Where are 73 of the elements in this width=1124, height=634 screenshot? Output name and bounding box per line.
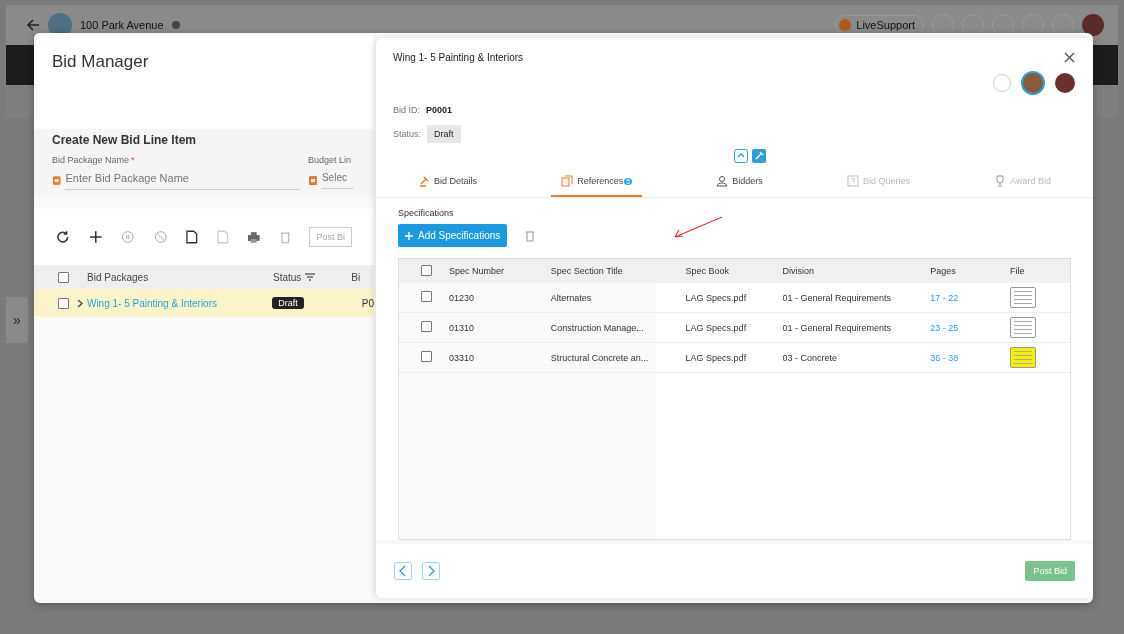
trophy-icon <box>994 175 1007 187</box>
table-cell-text: 01310 <box>448 322 475 333</box>
user-avatar[interactable] <box>1082 14 1104 36</box>
table-cell-text: 01230 <box>448 292 475 303</box>
table-cell-text: 01 - General Requirements <box>782 292 892 303</box>
field-label: Budget Lin <box>307 155 352 165</box>
column-header[interactable]: Status <box>273 271 302 283</box>
table-cell-text: Alternates <box>550 292 593 303</box>
collapse-icon[interactable] <box>733 149 748 163</box>
checkbox[interactable] <box>58 297 69 309</box>
refresh-icon[interactable] <box>56 230 70 244</box>
close-icon[interactable] <box>1064 52 1075 63</box>
print-icon[interactable] <box>247 230 261 244</box>
column-header[interactable]: Bid Packages <box>87 271 273 283</box>
plus-icon <box>405 231 413 240</box>
form-title: Create New Bid Line Item <box>52 133 198 147</box>
checkbox[interactable] <box>421 321 432 332</box>
dialog-title: Bid Manager <box>34 33 374 129</box>
pin-icon[interactable] <box>751 149 766 163</box>
panel-title: Wing 1- 5 Painting & Interiors <box>393 52 524 63</box>
column-header[interactable]: Pages <box>930 266 1011 276</box>
column-header[interactable]: Division <box>782 266 931 276</box>
table-cell-text: LAG Specs.pdf <box>685 352 748 363</box>
input-field[interactable]: Selec <box>321 171 354 189</box>
gavel-icon <box>418 175 431 187</box>
field-label: Status: <box>393 129 421 139</box>
tab[interactable]: References $^{5}$ <box>551 167 643 197</box>
file-icon[interactable] <box>186 230 198 244</box>
input-field[interactable]: Enter Bid Package Name <box>65 171 300 190</box>
filter-icon[interactable] <box>305 273 316 281</box>
back-arrow-icon[interactable] <box>26 18 40 32</box>
checkbox[interactable] <box>421 291 432 302</box>
table-cell-text: Structural Concrete an... <box>550 352 650 363</box>
file-thumbnail[interactable] <box>1010 317 1037 338</box>
table-cell-text: Construction Manage... <box>550 322 645 333</box>
table-cell-text: 01 - General Requirements <box>782 322 892 333</box>
table-cell-text: LAG Specs.pdf <box>685 292 748 303</box>
expand-sidebar-button[interactable]: » <box>6 297 28 343</box>
column-header[interactable]: Spec Number <box>448 266 551 276</box>
package-icon <box>52 175 62 186</box>
person-icon <box>716 175 729 187</box>
bid-id-value: P0001 <box>426 105 453 115</box>
file-thumbnail[interactable] <box>1010 287 1037 308</box>
project-name[interactable]: 100 Park Avenue <box>80 19 164 31</box>
table-cell-text: 03 - Concrete <box>782 352 838 363</box>
column-header[interactable]: Spec Section Title <box>550 266 686 276</box>
document-icon <box>307 174 318 186</box>
checkbox[interactable] <box>58 271 69 283</box>
user-avatar[interactable] <box>1021 71 1045 95</box>
table-row[interactable]: Wing 1- 5 Painting & Interiors Draft P0 <box>34 289 374 317</box>
next-icon[interactable] <box>422 562 440 580</box>
column-header[interactable]: File <box>1010 266 1070 276</box>
table-cell: P0 <box>361 297 374 309</box>
previous-icon[interactable] <box>394 562 412 580</box>
table-cell-text: LAG Specs.pdf <box>685 322 748 333</box>
user-avatar[interactable] <box>1055 73 1075 93</box>
question-icon <box>846 175 859 187</box>
add-icon[interactable] <box>88 230 103 244</box>
checkbox[interactable] <box>421 264 432 276</box>
documents-icon <box>561 175 574 187</box>
chevron-right-icon[interactable] <box>76 298 83 308</box>
field-label: Bid ID: <box>393 105 420 115</box>
status-badge: Draft <box>272 297 304 309</box>
column-header[interactable]: Spec Book <box>685 266 783 276</box>
tab[interactable]: Bidders <box>706 167 773 197</box>
checkbox[interactable] <box>421 351 432 362</box>
field-label: Bid Package Name * <box>52 155 136 165</box>
tab[interactable]: Bid Details <box>408 167 488 197</box>
file-thumbnail[interactable] <box>1010 347 1037 368</box>
table-cell-text: 03310 <box>448 352 475 363</box>
status-badge: Draft <box>427 125 461 143</box>
section-title: Specifications <box>398 208 455 218</box>
column-header[interactable]: Bi <box>351 271 361 283</box>
